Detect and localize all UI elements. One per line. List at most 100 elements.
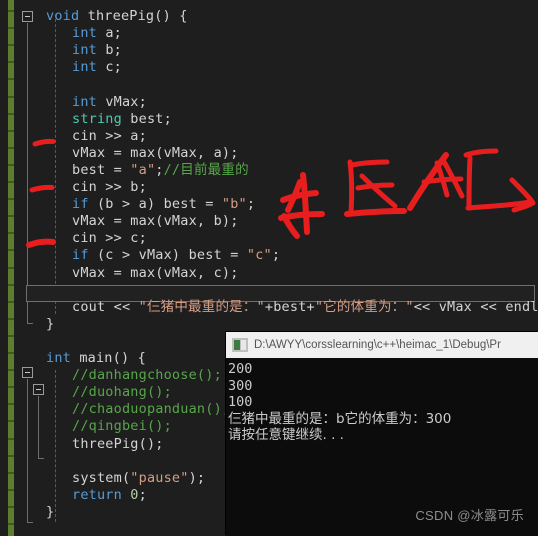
- console-output-line: 200: [228, 361, 253, 377]
- code-token: cin >> b;: [72, 179, 147, 195]
- fold-range-line: [27, 379, 28, 522]
- code-token: << vMax << endl;: [413, 298, 538, 315]
- change-bar-tick: [8, 420, 14, 423]
- change-bar-tick: [8, 523, 14, 525]
- code-line[interactable]: [72, 77, 80, 91]
- code-line[interactable]: //chaoduopanduan();: [72, 402, 230, 416]
- indent-guide: [55, 14, 56, 314]
- change-bar-tick: [8, 369, 14, 372]
- code-token: "pause": [130, 469, 189, 486]
- fold-range-foot: [27, 323, 33, 324]
- code-token: threePig: [87, 8, 155, 24]
- code-line[interactable]: if (b > a) best = "b";: [72, 197, 255, 211]
- code-token: vMax;: [105, 93, 147, 110]
- code-token: "仨猪中最重的是：": [138, 298, 265, 315]
- change-bar-tick: [8, 44, 14, 47]
- fold-collapse-icon[interactable]: [33, 384, 44, 395]
- code-token: vMax = max(vMax, b);: [72, 213, 239, 230]
- change-bar-tick: [8, 163, 14, 166]
- fold-collapse-icon[interactable]: [22, 11, 33, 22]
- code-token: cin >> a;: [72, 127, 147, 144]
- change-bar-tick: [8, 61, 14, 64]
- code-token: int: [72, 93, 106, 110]
- code-line[interactable]: cin >> a;: [72, 129, 147, 143]
- code-token: main() {: [79, 350, 146, 366]
- code-line[interactable]: threePig();: [72, 437, 164, 451]
- code-line[interactable]: //danhangchoose();: [72, 368, 222, 382]
- code-line[interactable]: if (c > vMax) best = "c";: [72, 248, 280, 262]
- console-output: 200 300 100 仨猪中最重的是：b它的体重为：300 请按任意键继续. . .: [226, 358, 538, 444]
- code-line[interactable]: //duohang();: [72, 385, 172, 399]
- change-bar-tick: [8, 505, 14, 508]
- code-line[interactable]: return 0;: [72, 488, 147, 502]
- change-bar-tick: [8, 198, 14, 201]
- change-bar-tick: [8, 403, 14, 406]
- code-line[interactable]: [72, 454, 80, 468]
- code-token: ;: [246, 196, 256, 213]
- code-line[interactable]: cin >> b;: [72, 180, 147, 194]
- code-token: cin >> c;: [72, 230, 147, 247]
- change-bar-tick: [8, 266, 14, 269]
- change-bar-tick: [8, 437, 14, 440]
- code-line[interactable]: }: [46, 317, 54, 331]
- code-token: void: [46, 8, 88, 24]
- code-line[interactable]: int vMax;: [72, 95, 147, 109]
- code-line[interactable]: vMax = max(vMax, c);: [72, 266, 239, 280]
- code-line[interactable]: vMax = max(vMax, b);: [72, 214, 239, 228]
- code-line[interactable]: best = "a";//目前最重的: [72, 163, 249, 177]
- code-token: int: [46, 350, 80, 366]
- code-token: return: [72, 486, 131, 503]
- code-line[interactable]: string best;: [72, 112, 172, 126]
- code-token: if: [72, 196, 97, 213]
- code-token: int: [72, 59, 106, 76]
- code-line[interactable]: }: [46, 505, 54, 519]
- code-token: //chaoduopanduan();: [72, 401, 231, 418]
- code-line[interactable]: //qingbei();: [72, 419, 172, 433]
- change-bar-tick: [8, 27, 14, 30]
- indent-guide: [55, 370, 56, 522]
- code-token: ;: [138, 486, 147, 503]
- code-line[interactable]: [72, 283, 80, 297]
- code-line[interactable]: [46, 334, 54, 348]
- code-token: //qingbei();: [72, 418, 172, 435]
- screenshot-root: void threePig() {int a; int b; int c; int …: [0, 0, 538, 536]
- code-token: vMax = max(vMax, c);: [72, 264, 239, 281]
- console-output-line: 300: [228, 377, 253, 394]
- fold-range-line: [27, 23, 28, 323]
- code-line[interactable]: cout << "仨猪中最重的是："+best+"它的体重为："<< vMax …: [72, 300, 538, 314]
- console-output-line: 请按任意键继续. . .: [228, 427, 344, 443]
- code-token: //duohang();: [72, 384, 172, 401]
- console-title-text: D:\AWYY\corsslearning\c++\heimac_1\Debug…: [254, 339, 501, 351]
- code-token: c;: [105, 59, 122, 76]
- code-line[interactable]: int main() {: [46, 351, 146, 365]
- change-bar-tick: [8, 129, 14, 132]
- code-line[interactable]: cin >> c;: [72, 231, 147, 245]
- change-bar-tick: [8, 488, 14, 491]
- fold-range-foot: [38, 458, 44, 459]
- code-token: "它的体重为：": [314, 298, 414, 315]
- code-line[interactable]: int b;: [72, 43, 122, 57]
- change-bar-tick: [8, 317, 14, 320]
- code-token: ;: [271, 247, 281, 264]
- csdn-watermark: CSDN @冰露可乐: [415, 508, 524, 523]
- code-token: //danhangchoose();: [72, 367, 222, 384]
- code-token: b;: [105, 42, 122, 59]
- change-bar-tick: [8, 95, 14, 98]
- code-line[interactable]: int c;: [72, 60, 122, 74]
- code-token: 0: [130, 486, 139, 503]
- fold-gutter[interactable]: [20, 0, 44, 536]
- code-token: "b": [221, 196, 247, 213]
- code-token: ;: [155, 161, 164, 178]
- console-title-bar[interactable]: D:\AWYY\corsslearning\c++\heimac_1\Debug…: [226, 332, 538, 358]
- code-line[interactable]: int a;: [72, 26, 122, 40]
- change-bar-tick: [8, 78, 14, 81]
- code-token: string: [72, 110, 131, 127]
- code-token: vMax = max(vMax, a);: [72, 144, 239, 161]
- code-line[interactable]: vMax = max(vMax, a);: [72, 146, 239, 160]
- change-tracking-bar: [8, 0, 14, 536]
- code-line[interactable]: void threePig() {: [46, 9, 188, 23]
- code-line[interactable]: system("pause");: [72, 471, 205, 485]
- change-bar-tick: [8, 112, 14, 115]
- code-token: (b > a) best =: [96, 196, 222, 213]
- fold-collapse-icon[interactable]: [22, 367, 33, 378]
